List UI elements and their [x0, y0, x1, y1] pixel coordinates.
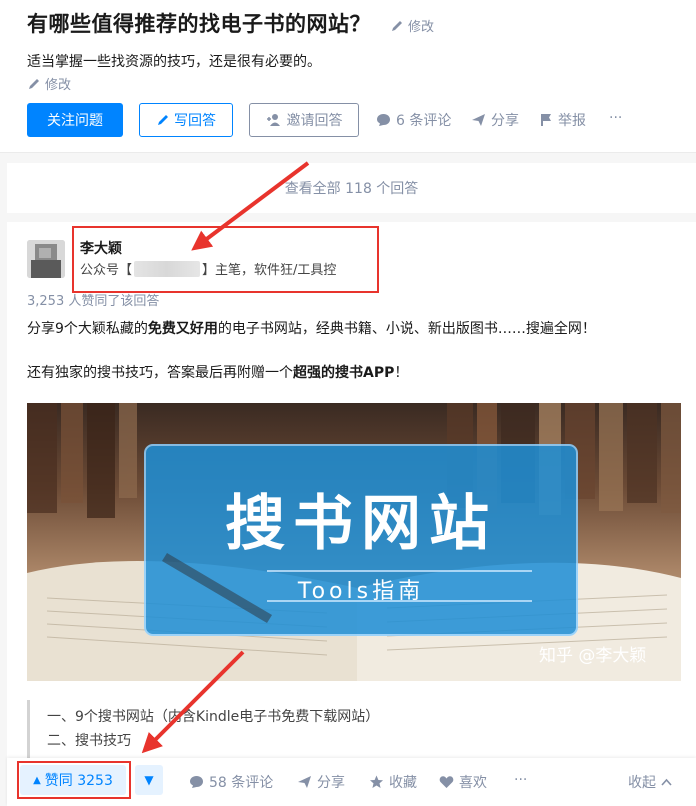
arrow-to-author: [191, 161, 310, 251]
arrow-to-upvote: [141, 650, 245, 754]
annotation-arrows: [141, 161, 310, 754]
